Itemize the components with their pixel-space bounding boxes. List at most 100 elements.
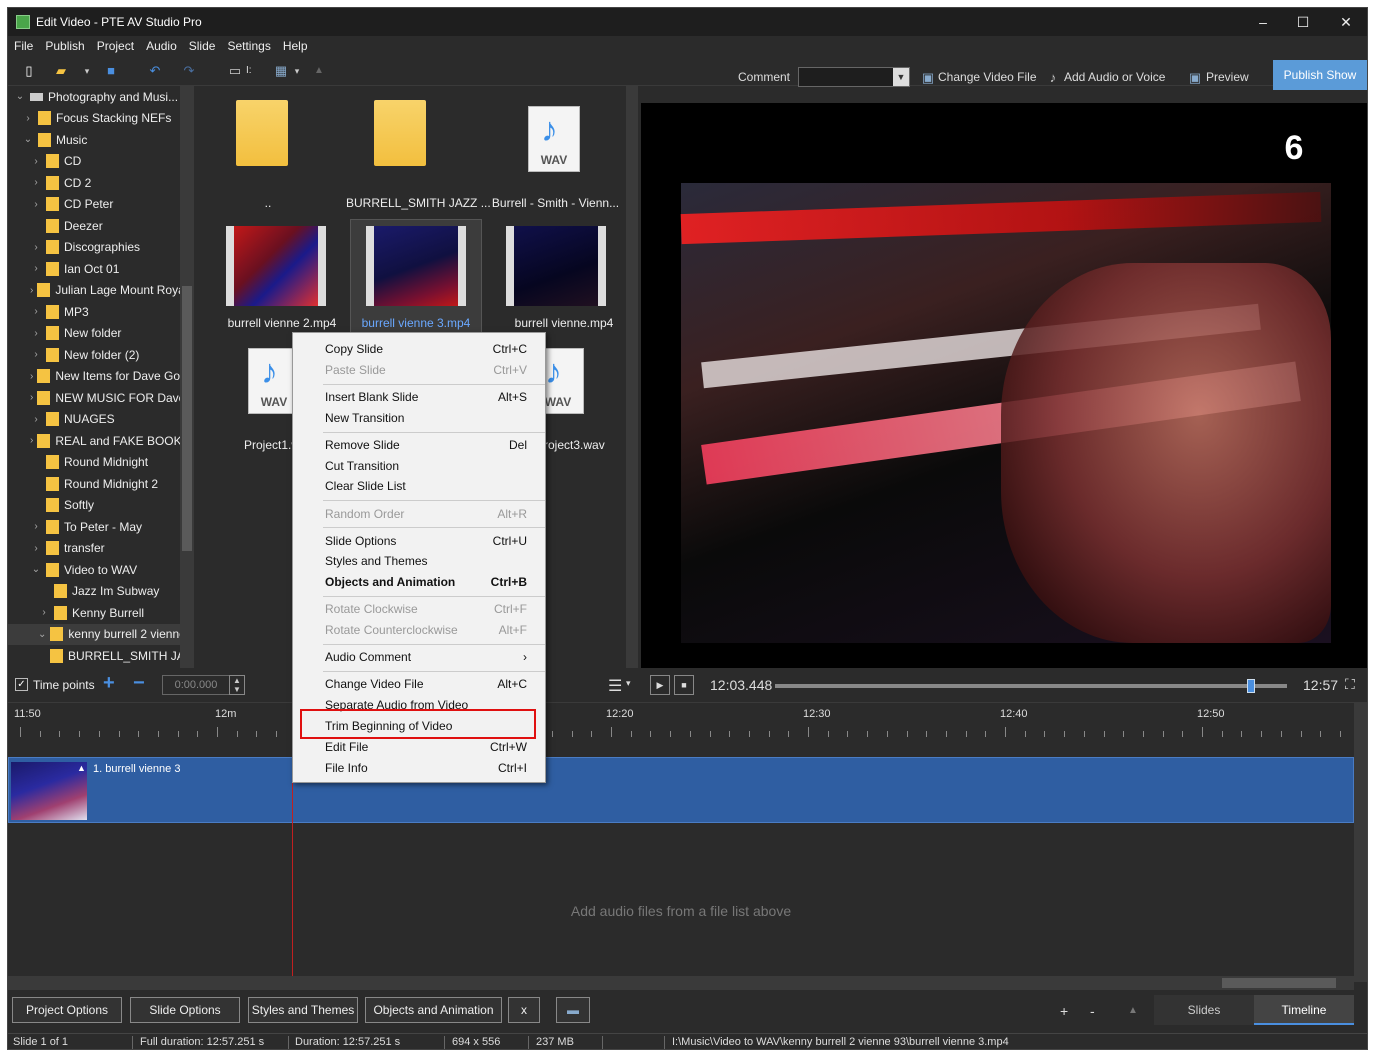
timeline-vscroll[interactable] [1354,702,1367,982]
context-menu-item[interactable]: Remove Slide Del [293,435,545,455]
menu-list-icon[interactable]: ☰ [608,676,622,696]
audio-track-area[interactable]: Add audio files from a file list above [8,823,1354,988]
tree-item[interactable]: › Julian Lage Mount Roya [8,280,180,301]
context-menu-item[interactable]: Paste Slide Ctrl+V [293,360,545,380]
time-stepper[interactable]: ▲ ▼ [229,675,245,695]
menu-slide[interactable]: Slide [183,39,222,53]
file-label-up[interactable]: .. [218,196,318,210]
menu-audio[interactable]: Audio [140,39,183,53]
save-icon[interactable]: ■ [104,64,118,78]
objects-animation-button[interactable]: Objects and Animation [365,997,502,1023]
hscroll-thumb[interactable] [1222,978,1336,988]
tab-slides[interactable]: Slides [1154,995,1254,1025]
tree-item[interactable]: Jazz Im Subway [8,581,180,602]
chevron-right-icon[interactable]: › [30,435,33,446]
tree-item[interactable]: Deezer [8,215,180,236]
context-menu-item[interactable]: Rotate Counterclockwise Alt+F [293,620,545,640]
chevron-right-icon[interactable]: › [30,177,42,188]
display-icon[interactable]: ▬ [556,997,590,1023]
file-label-vid2[interactable]: burrell vienne 3.mp4 [346,316,486,330]
context-menu-item[interactable]: Insert Blank Slide Alt+S [293,387,545,407]
tree-item[interactable]: › MP3 [8,301,180,322]
wav-file-icon[interactable]: ♪ WAV [528,106,580,172]
tree-item[interactable]: Round Midnight 2 [8,473,180,494]
add-audio-button[interactable]: Add Audio or Voice [1064,70,1165,84]
files-scrollbar[interactable] [626,86,638,668]
chevron-right-icon[interactable]: › [30,521,42,532]
chevron-down-icon[interactable]: ▼ [893,68,909,86]
open-folder-icon[interactable]: ▰ [54,64,68,78]
tree-item[interactable]: › Focus Stacking NEFs [8,108,180,129]
new-file-icon[interactable]: ▯ [22,64,36,78]
chevron-down-icon[interactable]: ⌄ [30,564,42,575]
add-point-icon[interactable]: + [103,672,115,695]
video-thumb-1[interactable] [226,226,326,306]
up-icon[interactable]: ▲ [1128,1005,1138,1016]
project-options-button[interactable]: Project Options [12,997,122,1023]
tree-item[interactable]: › CD Peter [8,194,180,215]
tree-item[interactable]: › REAL and FAKE BOOKS [8,430,180,451]
tree-item[interactable]: ⌄ kenny burrell 2 vienne [8,623,180,645]
file-label-wav1[interactable]: Burrell - Smith - Vienn... [488,196,623,210]
preview-button[interactable]: Preview [1206,70,1249,84]
context-menu-item[interactable]: Objects and Animation Ctrl+B [293,572,545,592]
open-dropdown-icon[interactable]: ▾ [80,64,94,78]
tree-item[interactable]: › Ian Oct 01 [8,258,180,279]
remove-point-icon[interactable]: − [133,672,145,695]
tree-item[interactable]: › CD [8,151,180,172]
publish-show-button[interactable]: Publish Show [1273,60,1367,90]
video-thumb-2[interactable] [366,226,466,306]
video-thumb-3[interactable] [506,226,606,306]
slide-options-button[interactable]: Slide Options [130,997,240,1023]
tree-item[interactable]: ⌄ Photography and Musi... [8,86,180,107]
context-menu-item[interactable]: Cut Transition [293,456,545,476]
folder-icon[interactable] [236,100,288,166]
tree-item[interactable]: BURRELL_SMITH JAZ [8,645,180,666]
file-label-vid3[interactable]: burrell vienne.mp4 [494,316,634,330]
file-label-vid1[interactable]: burrell vienne 2.mp4 [212,316,352,330]
fullscreen-icon[interactable]: ⛶ [1345,676,1355,693]
close-slide-button[interactable]: x [508,997,540,1023]
seek-thumb[interactable] [1247,679,1256,693]
menu-publish[interactable]: Publish [39,39,90,53]
file-label-wav3[interactable]: Project3.wav [536,438,636,452]
tree-item[interactable]: › NEW MUSIC FOR Dave I [8,387,180,408]
chevron-down-icon[interactable]: ⌄ [38,629,46,640]
chevron-right-icon[interactable]: › [30,306,42,317]
menu-file[interactable]: File [8,39,39,53]
context-menu-item[interactable]: New Transition [293,408,545,428]
styles-themes-button[interactable]: Styles and Themes [248,997,358,1023]
context-menu-item[interactable]: Audio Comment › [293,647,545,667]
chevron-right-icon[interactable]: › [30,371,33,382]
up-arrow-icon[interactable]: ▲ [312,64,326,78]
maximize-button[interactable]: ☐ [1283,8,1323,36]
undo-icon[interactable]: ↶ [148,64,162,78]
drive-icon[interactable]: ▭ [228,64,242,78]
tree-item[interactable]: › Kenny Burrell [8,602,180,623]
change-video-button[interactable]: Change Video File [938,70,1037,84]
tree-scroll-thumb[interactable] [182,286,192,551]
tree-scrollbar[interactable] [180,86,194,668]
context-menu-item[interactable]: Slide Options Ctrl+U [293,531,545,551]
time-input[interactable]: 0:00.000 [162,675,230,695]
tab-timeline[interactable]: Timeline [1254,995,1354,1025]
menu-list-dropdown-icon[interactable]: ▾ [626,678,631,689]
chevron-right-icon[interactable]: › [30,392,33,403]
context-menu-item[interactable]: Clear Slide List [293,476,545,496]
chevron-right-icon[interactable]: › [38,607,50,618]
tree-item[interactable]: ⌄ Video to WAV [8,559,180,580]
tree-item[interactable]: › New Items for Dave Goo [8,366,180,387]
comment-combo[interactable]: ▼ [798,67,910,87]
context-menu-item[interactable]: File Info Ctrl+I [293,758,545,778]
context-menu-item[interactable]: Copy Slide Ctrl+C [293,339,545,359]
chevron-right-icon[interactable]: › [30,543,42,554]
tree-item[interactable]: › New folder (2) [8,344,180,365]
seek-bar[interactable] [775,679,1287,693]
redo-icon[interactable]: ↷ [182,64,196,78]
chevron-right-icon[interactable]: › [30,328,42,339]
file-label-folder[interactable]: BURRELL_SMITH JAZZ ... [346,196,491,210]
stop-icon[interactable]: ■ [674,675,694,695]
context-menu-item[interactable]: Rotate Clockwise Ctrl+F [293,599,545,619]
chevron-right-icon[interactable]: › [30,199,42,210]
chevron-down-icon[interactable]: ⌄ [14,91,26,102]
